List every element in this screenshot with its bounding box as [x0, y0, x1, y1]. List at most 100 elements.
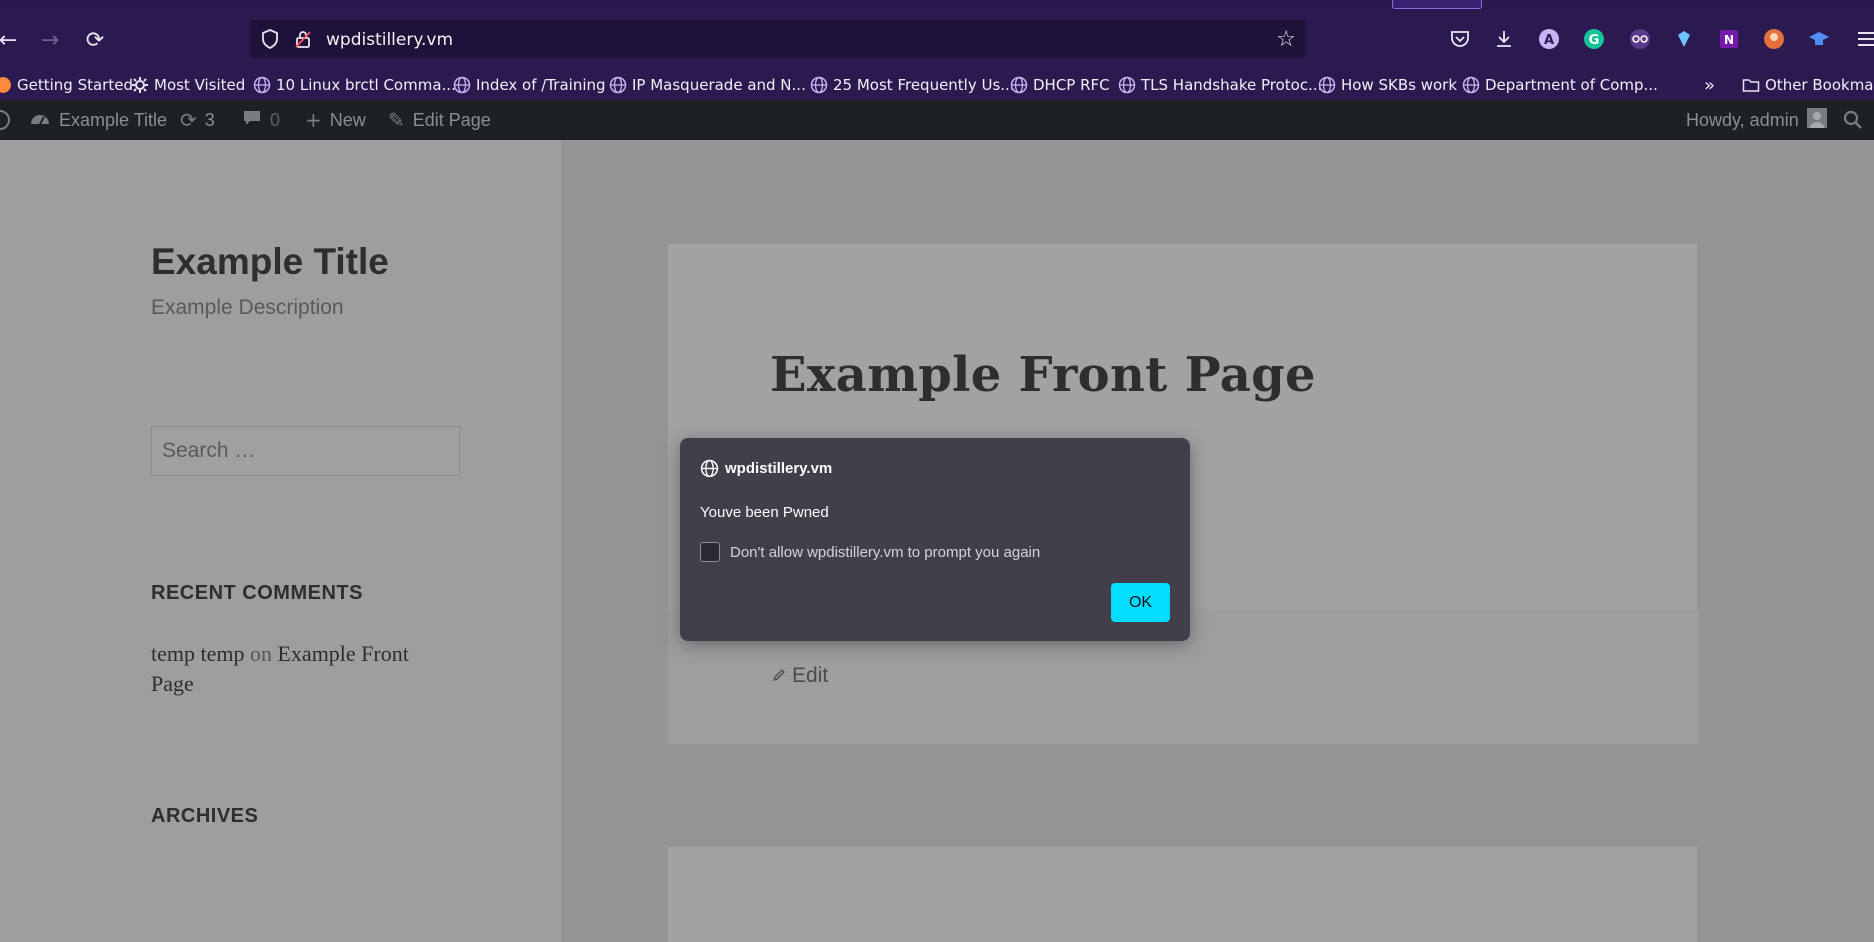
svg-text:N: N [1724, 33, 1734, 47]
search-input[interactable] [152, 427, 459, 475]
active-tab[interactable] [1392, 0, 1482, 9]
globe-icon [453, 76, 471, 94]
globe-icon [253, 76, 271, 94]
search-field[interactable] [151, 426, 460, 476]
svg-text:G: G [1589, 33, 1600, 48]
reload-icon[interactable]: ⟳ [81, 26, 109, 54]
refresh-icon: ⟳ [180, 108, 197, 132]
globe-icon [1010, 76, 1028, 94]
bookmark-label: DHCP RFC [1033, 76, 1110, 94]
edit-link[interactable]: Edit [772, 664, 828, 688]
new-label: New [329, 109, 366, 130]
comment-author[interactable]: temp temp [151, 641, 244, 666]
howdy-label: Howdy, admin [1686, 109, 1799, 130]
recent-comment-item: temp temp on Example Front Page [151, 639, 451, 699]
admin-bar-edit-page[interactable]: ✎ Edit Page [388, 100, 491, 140]
bookmark-dhcp-rfc[interactable]: DHCP RFC [1010, 72, 1110, 98]
bookmark-linux-brctl[interactable]: 10 Linux brctl Comma... [253, 72, 456, 98]
wordpress-logo-icon[interactable] [0, 100, 10, 140]
admin-bar-comments[interactable]: 0 [242, 100, 280, 140]
folder-icon [1742, 79, 1760, 92]
site-description: Example Description [151, 296, 344, 319]
admin-bar-site-name[interactable]: Example Title [29, 100, 167, 140]
navigation-toolbar: ← → ⟳ wpdistillery.vm ☆ A G N [0, 10, 1874, 70]
bookmark-star-icon[interactable]: ☆ [1276, 27, 1296, 52]
globe-icon [1118, 76, 1136, 94]
page-title: Example Front Page [770, 347, 1316, 403]
bookmark-label: Most Visited [154, 76, 246, 94]
account-a-icon[interactable]: A [1535, 25, 1563, 53]
wp-admin-bar: Example Title ⟳ 3 0 + New ✎ Edit Page Ho… [0, 100, 1874, 140]
dialog-origin: wpdistillery.vm [700, 459, 832, 478]
admin-bar-new[interactable]: + New [305, 100, 366, 140]
firefox-icon [0, 77, 11, 93]
edit-label: Edit [792, 664, 829, 687]
pencil-icon [772, 664, 786, 688]
globe-icon [810, 76, 828, 94]
bookmark-label: 10 Linux brctl Comma... [276, 76, 456, 94]
url-text[interactable]: wpdistillery.vm [326, 30, 453, 50]
checkbox-label: Don't allow wpdistillery.vm to prompt yo… [730, 543, 1041, 561]
alert-dialog: wpdistillery.vm Youve been Pwned Don't a… [680, 438, 1190, 641]
second-article [667, 846, 1698, 942]
back-icon[interactable]: ← [0, 26, 22, 54]
bookmark-label: Getting Started [17, 76, 133, 94]
dialog-message: Youve been Pwned [700, 504, 829, 521]
bookmark-label: How SKBs work [1341, 76, 1458, 94]
bookmark-tls-handshake[interactable]: TLS Handshake Protoc... [1118, 72, 1322, 98]
extension-glasses-icon[interactable] [1626, 25, 1654, 53]
bookmark-department-of-comp[interactable]: Department of Comp... [1462, 72, 1658, 98]
bookmark-other-bookmarks[interactable]: Other Bookmarks [1742, 72, 1874, 98]
updates-count: 3 [204, 109, 215, 130]
plus-icon: + [305, 108, 322, 132]
bookmark-most-visited[interactable]: Most Visited [131, 72, 245, 98]
bookmark-label: Other Bookmarks [1765, 76, 1874, 94]
bookmark-25-most-frequently[interactable]: 25 Most Frequently Us... [810, 72, 1015, 98]
gear-icon [132, 77, 148, 93]
shield-icon[interactable] [259, 28, 281, 50]
grammarly-icon[interactable]: G [1580, 25, 1608, 53]
bookmark-label: 25 Most Frequently Us... [833, 76, 1015, 94]
globe-icon [1462, 76, 1480, 94]
dialog-origin-label: wpdistillery.vm [725, 460, 833, 477]
download-icon[interactable] [1490, 25, 1518, 53]
bookmark-label: Department of Comp... [1485, 76, 1658, 94]
comment-on: on [249, 641, 272, 666]
ok-button[interactable]: OK [1111, 583, 1170, 622]
checkbox-box[interactable] [700, 542, 720, 562]
edit-page-label: Edit Page [412, 109, 491, 130]
bookmark-label: IP Masquerade and N... [632, 76, 806, 94]
forward-icon[interactable]: → [36, 26, 64, 54]
site-title[interactable]: Example Title [151, 241, 389, 283]
admin-bar-search-icon[interactable] [1843, 100, 1863, 140]
gem-icon[interactable] [1670, 25, 1698, 53]
globe-icon [609, 76, 627, 94]
svg-text:A: A [1544, 33, 1554, 48]
recent-comments-heading: RECENT COMMENTS [151, 582, 363, 604]
insecure-lock-icon[interactable] [292, 28, 314, 50]
admin-bar-updates[interactable]: ⟳ 3 [180, 100, 215, 140]
globe-icon [700, 459, 719, 478]
globe-icon [1318, 76, 1336, 94]
dashboard-icon [29, 108, 51, 132]
graduation-cap-icon[interactable] [1805, 25, 1833, 53]
bookmark-getting-started[interactable]: Getting Started [0, 72, 133, 98]
dont-allow-prompt-checkbox[interactable]: Don't allow wpdistillery.vm to prompt yo… [700, 542, 1040, 562]
menu-icon[interactable] [1852, 25, 1874, 53]
avatar [1806, 107, 1827, 133]
archives-heading: ARCHIVES [151, 805, 259, 827]
bookmark-label: Index of /Training [476, 76, 606, 94]
url-bar[interactable]: wpdistillery.vm ☆ [250, 20, 1306, 58]
bookmarks-overflow-chevron-icon[interactable]: » [1704, 72, 1715, 98]
tab-strip [0, 0, 1874, 10]
pocket-icon[interactable] [1446, 25, 1474, 53]
onenote-icon[interactable]: N [1715, 25, 1743, 53]
extension-avatar-icon[interactable] [1760, 25, 1788, 53]
admin-bar-account[interactable]: Howdy, admin [1686, 100, 1827, 140]
comment-bubble-icon [242, 108, 262, 132]
pencil-icon: ✎ [388, 108, 405, 132]
bookmark-index-training[interactable]: Index of /Training [453, 72, 606, 98]
comments-count: 0 [270, 109, 281, 130]
bookmark-ip-masquerade[interactable]: IP Masquerade and N... [609, 72, 806, 98]
bookmark-how-skbs-work[interactable]: How SKBs work [1318, 72, 1457, 98]
